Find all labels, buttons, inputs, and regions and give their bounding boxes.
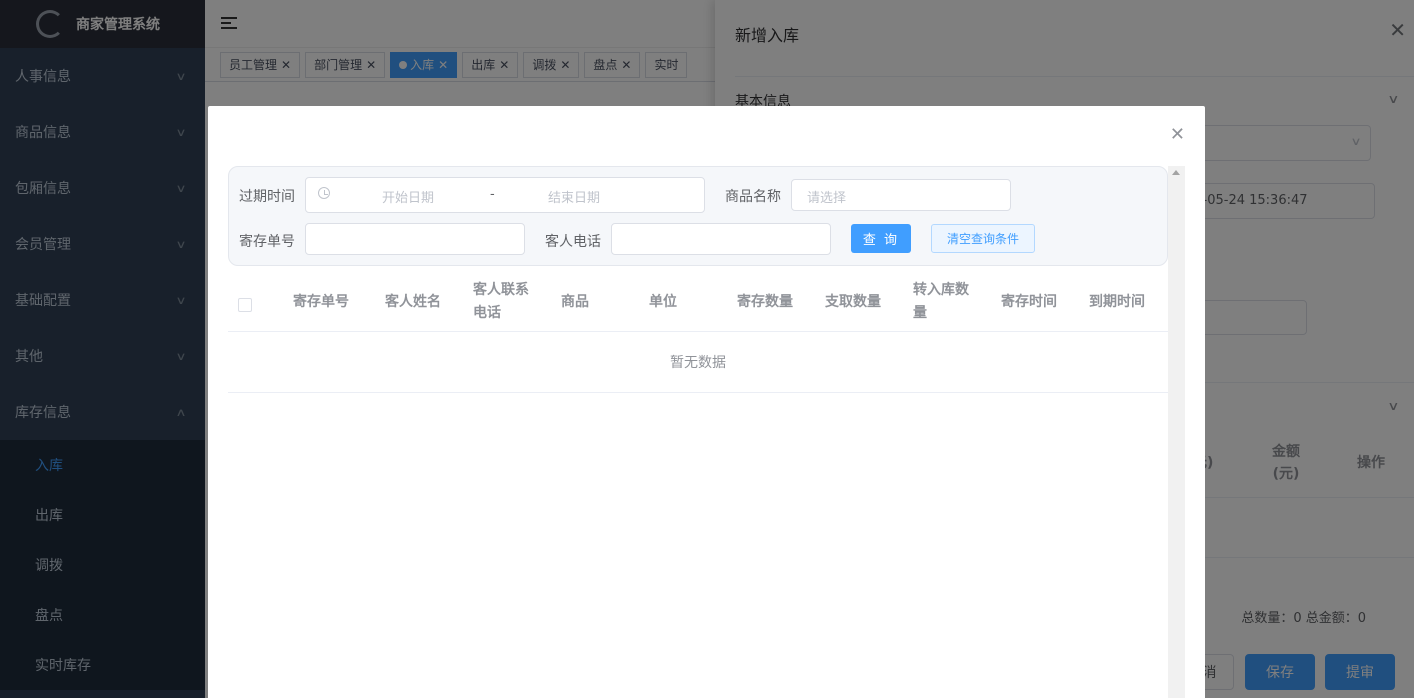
start-date-placeholder: 开始日期 [382,191,435,206]
column-header: 寄存时间 [1001,293,1057,310]
range-separator: - [490,187,495,202]
product-placeholder: 请选择 [807,191,847,206]
product-name-select[interactable]: 请选择 [791,179,1011,211]
column-header: 转入库数 量 [913,282,969,321]
column-header: 客人联系 电话 [473,282,529,321]
column-header: 支取数量 [825,293,881,310]
deposit-no-input[interactable] [305,223,525,255]
empty-state: 暂无数据 [228,332,1168,393]
deposit-select-dialog: ✕ 过期时间 开始日期 - 结束日期 商品名称 请选择 寄存单号 客人电话 查 … [208,106,1205,698]
column-header: 到期时间 [1089,293,1145,310]
end-date-placeholder: 结束日期 [548,191,601,206]
product-name-label: 商品名称 [725,189,781,205]
clear-filters-button[interactable]: 清空查询条件 [931,224,1035,253]
expire-date-range[interactable]: 开始日期 - 结束日期 [305,177,705,213]
query-button[interactable]: 查 询 [851,224,911,253]
expire-time-label: 过期时间 [239,189,295,205]
scroll-up-icon[interactable] [1172,170,1180,175]
guest-phone-label: 客人电话 [545,234,601,250]
column-header: 寄存单号 [293,293,349,310]
close-icon[interactable]: ✕ [1170,124,1185,145]
deposit-no-label: 寄存单号 [239,234,295,250]
search-panel: 过期时间 开始日期 - 结束日期 商品名称 请选择 寄存单号 客人电话 查 询 … [228,166,1168,266]
scrollbar[interactable] [1168,166,1185,698]
table-header: 寄存单号 客人姓名 客人联系 电话 商品 单位 寄存数量 支取数量 转入库数 量… [228,272,1168,332]
column-header: 单位 [649,293,677,310]
select-all-checkbox[interactable] [238,298,252,312]
clock-icon [318,187,330,199]
column-header: 商品 [561,293,589,310]
guest-phone-input[interactable] [611,223,831,255]
column-header: 寄存数量 [737,293,793,310]
column-header: 客人姓名 [385,293,441,310]
